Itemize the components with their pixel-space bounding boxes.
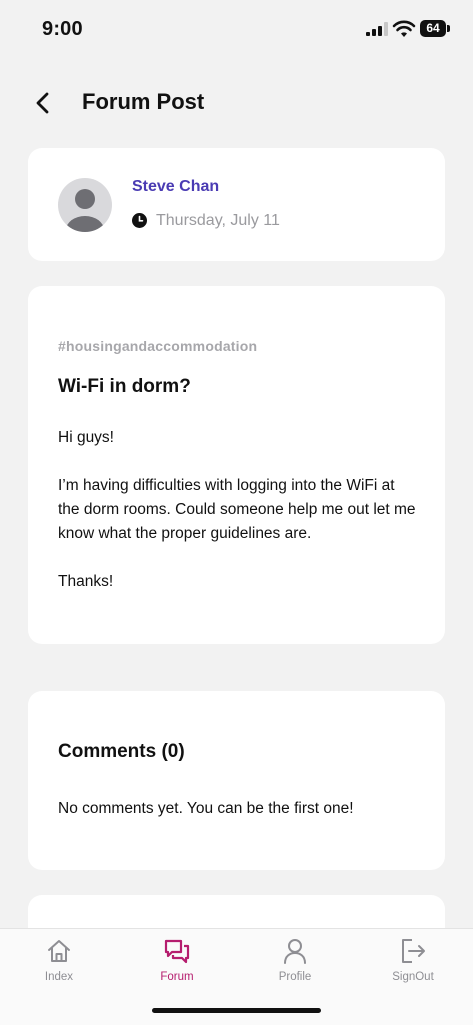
post-paragraph: Thanks! xyxy=(58,573,114,590)
person-icon xyxy=(284,939,306,964)
comments-title: Comments (0) xyxy=(58,741,185,762)
sign-out-icon xyxy=(402,939,425,963)
home-indicator xyxy=(152,1008,321,1013)
author-card: Steve Chan Thursday, July 11 xyxy=(28,148,445,261)
tab-signout[interactable]: SignOut xyxy=(354,937,472,997)
battery-level: 64 xyxy=(420,20,446,37)
post-paragraph: Hi guys! xyxy=(58,429,114,446)
tab-label: Forum xyxy=(160,971,194,983)
home-icon xyxy=(48,940,70,962)
tab-label: Index xyxy=(44,971,74,983)
comments-empty-message: No comments yet. You can be the first on… xyxy=(58,800,354,817)
wifi-icon xyxy=(392,20,416,37)
back-chevron-icon[interactable] xyxy=(30,90,56,116)
post-tag[interactable]: #housingandaccommodation xyxy=(58,338,257,354)
cellular-signal-icon xyxy=(366,22,388,36)
tab-label: Profile xyxy=(278,971,312,983)
avatar[interactable] xyxy=(58,178,112,232)
post-paragraph: I’m having difficulties with logging int… xyxy=(58,477,416,542)
page-title: Forum Post xyxy=(82,89,205,114)
tab-index[interactable]: Index xyxy=(0,937,118,997)
status-time: 9:00 xyxy=(42,18,83,40)
status-bar: 9:00 64 xyxy=(0,0,473,60)
post-date: Thursday, July 11 xyxy=(156,212,280,229)
post-title: Wi-Fi in dorm? xyxy=(58,376,191,397)
post-body: Hi guys! I’m having difficulties with lo… xyxy=(58,426,418,618)
header: Forum Post xyxy=(0,80,473,126)
post-card: #housingandaccommodation Wi-Fi in dorm? … xyxy=(28,286,445,644)
battery-icon: 64 xyxy=(420,20,450,38)
chat-bubbles-icon xyxy=(164,939,190,964)
comments-card: Comments (0) No comments yet. You can be… xyxy=(28,691,445,870)
tab-profile[interactable]: Profile xyxy=(236,937,354,997)
person-placeholder-icon xyxy=(66,189,104,232)
tab-label: SignOut xyxy=(392,971,434,983)
clock-icon xyxy=(132,213,147,228)
tab-forum[interactable]: Forum xyxy=(118,937,236,997)
author-name[interactable]: Steve Chan xyxy=(132,178,219,196)
